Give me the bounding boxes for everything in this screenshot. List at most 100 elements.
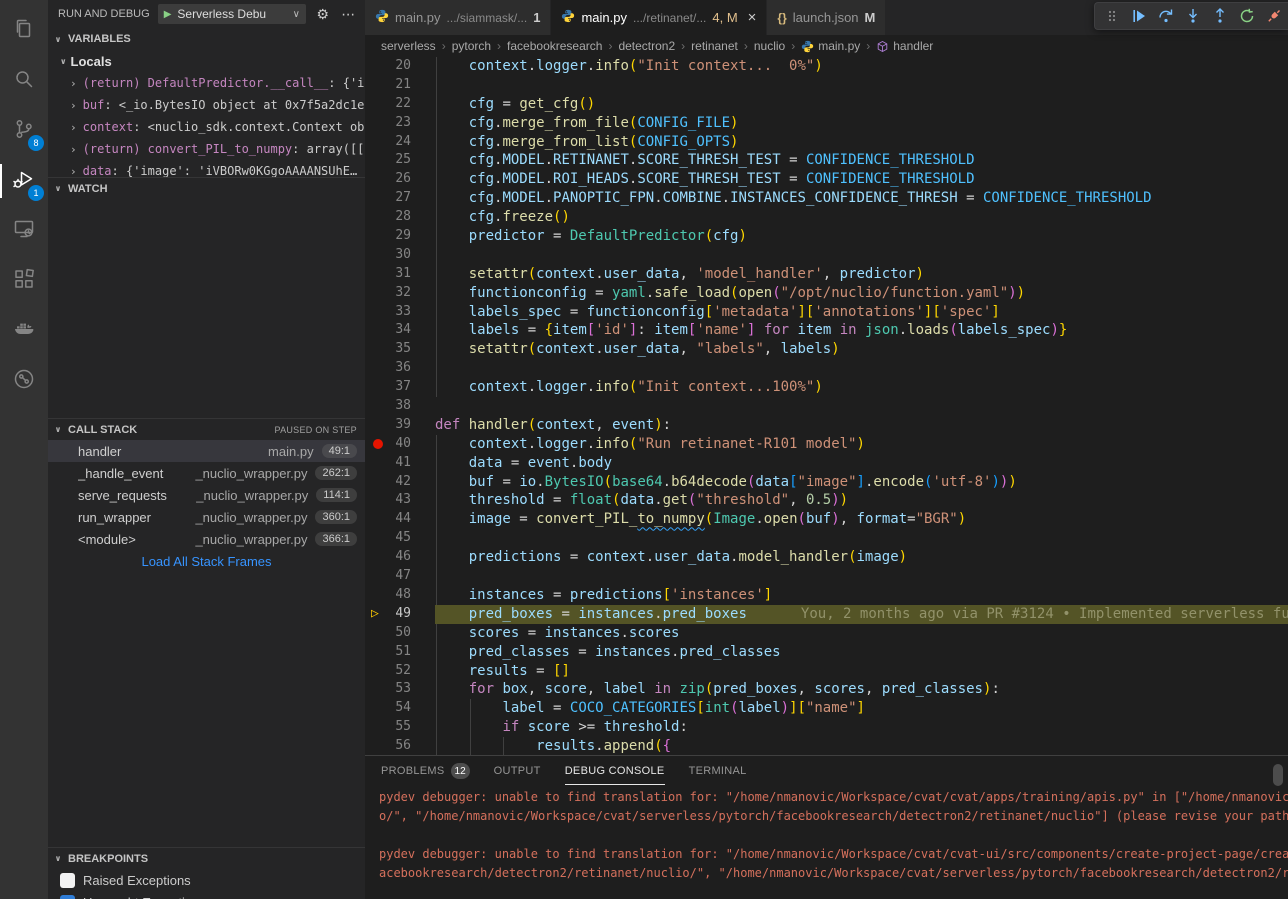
editor-gutter[interactable]: 56 [365,737,435,755]
more-actions-icon[interactable]: ⋯ [339,6,357,23]
checkbox-checked[interactable]: ✓ [60,895,75,899]
editor-gutter[interactable]: 32 [365,284,435,303]
breadcrumb-item-main-py[interactable]: main.py [801,39,860,53]
code-line-text[interactable]: setattr(context.user_data, "labels", lab… [435,340,1288,359]
breadcrumb-item-serverless[interactable]: serverless [381,39,436,53]
checkbox-unchecked[interactable] [60,873,75,888]
editor-gutter[interactable]: 30 [365,246,435,265]
code-editor[interactable]: 20 context.logger.info("Init context... … [365,57,1288,755]
editor-gutter[interactable]: 53 [365,680,435,699]
variable-row[interactable]: ›data: {'image': 'iVBORw0KGgoAAAANSUhE… [48,160,365,177]
editor-gutter[interactable]: 47 [365,567,435,586]
code-line-text[interactable]: threshold = float(data.get("threshold", … [435,491,1288,510]
code-line-text[interactable] [435,397,1288,416]
panel-tab-debug-console[interactable]: DEBUG CONSOLE [565,756,665,786]
panel-tab-terminal[interactable]: TERMINAL [689,756,747,786]
stack-frame-row[interactable]: _handle_event_nuclio_wrapper.py262:1 [48,462,365,484]
code-line-text[interactable]: pred_boxes = instances.pred_boxesYou, 2 … [435,605,1288,624]
call-stack-header[interactable]: ∨ CALL STACK PAUSED ON STEP [48,418,365,440]
editor-gutter[interactable]: 31 [365,265,435,284]
editor-gutter[interactable]: 28 [365,208,435,227]
code-line-text[interactable]: cfg.merge_from_file(CONFIG_FILE) [435,114,1288,133]
editor-gutter[interactable]: 48 [365,586,435,605]
code-line-text[interactable] [435,359,1288,378]
editor-gutter[interactable]: 46 [365,548,435,567]
code-line-text[interactable]: results = [] [435,662,1288,681]
step-into-icon[interactable] [1180,4,1205,28]
editor-gutter[interactable]: 36 [365,359,435,378]
variable-row[interactable]: ›(return) DefaultPredictor.__call__: {'i… [48,72,365,94]
stack-frame-row[interactable]: <module>_nuclio_wrapper.py366:1 [48,528,365,550]
editor-gutter[interactable]: 23 [365,114,435,133]
code-line-text[interactable]: def handler(context, event): [435,416,1288,435]
continue-icon[interactable] [1126,4,1151,28]
variable-row[interactable]: ›(return) convert_PIL_to_numpy: array([[… [48,138,365,160]
code-line-text[interactable]: cfg = get_cfg() [435,95,1288,114]
code-line-text[interactable]: setattr(context.user_data, 'model_handle… [435,265,1288,284]
close-icon[interactable]: × [748,9,757,26]
activity-source-control[interactable]: 8 [0,106,48,156]
editor-gutter[interactable]: 34 [365,321,435,340]
activity-docker[interactable] [0,306,48,356]
editor-gutter[interactable]: 33 [365,303,435,322]
breakpoints-header[interactable]: ∨ BREAKPOINTS [48,847,365,869]
panel-tab-output[interactable]: OUTPUT [494,756,541,786]
editor-gutter[interactable]: 25 [365,151,435,170]
gripper-icon[interactable] [1099,4,1124,28]
breadcrumb-item-retinanet[interactable]: retinanet [691,39,738,53]
stack-frame-row[interactable]: serve_requests_nuclio_wrapper.py114:1 [48,484,365,506]
load-all-stack-frames-link[interactable]: Load All Stack Frames [48,550,365,572]
breakpoint-row[interactable]: ✓Uncaught Exceptions [48,891,365,899]
step-over-icon[interactable] [1153,4,1178,28]
code-line-text[interactable]: cfg.MODEL.ROI_HEADS.SCORE_THRESH_TEST = … [435,170,1288,189]
editor-gutter[interactable]: 29 [365,227,435,246]
editor-gutter[interactable]: 44 [365,510,435,529]
restart-icon[interactable] [1234,4,1259,28]
breadcrumb-item-nuclio[interactable]: nuclio [754,39,785,53]
code-line-text[interactable]: context.logger.info("Init context...100%… [435,378,1288,397]
code-line-text[interactable]: buf = io.BytesIO(base64.b64decode(data["… [435,473,1288,492]
code-line-text[interactable]: context.logger.info("Init context... 0%"… [435,57,1288,76]
variable-row[interactable]: ›context: <nuclio_sdk.context.Context ob… [48,116,365,138]
breakpoint-row[interactable]: Raised Exceptions [48,869,365,891]
variables-header[interactable]: ∨ VARIABLES [48,28,365,50]
code-line-text[interactable]: labels_spec = functionconfig['metadata']… [435,303,1288,322]
editor-gutter[interactable]: 43 [365,491,435,510]
code-line-text[interactable]: predictor = DefaultPredictor(cfg) [435,227,1288,246]
code-line-text[interactable]: cfg.freeze() [435,208,1288,227]
tab-launch-json[interactable]: {}launch.jsonM [767,0,886,35]
tab-main-py[interactable]: main.py.../siammask/...1 [365,0,551,35]
editor-gutter[interactable]: 35 [365,340,435,359]
gear-icon[interactable]: ⚙ [314,6,332,23]
editor-gutter[interactable]: 37 [365,378,435,397]
code-line-text[interactable] [435,567,1288,586]
code-line-text[interactable] [435,76,1288,95]
editor-gutter[interactable]: ▷49 [365,605,435,624]
editor-gutter[interactable]: 41 [365,454,435,473]
editor-gutter[interactable]: 24 [365,133,435,152]
code-line-text[interactable]: cfg.MODEL.PANOPTIC_FPN.COMBINE.INSTANCES… [435,189,1288,208]
panel-scrollbar[interactable] [1273,764,1283,786]
editor-gutter[interactable]: 54 [365,699,435,718]
step-out-icon[interactable] [1207,4,1232,28]
activity-git-graph[interactable] [0,356,48,406]
code-line-text[interactable]: label = COCO_CATEGORIES[int(label)]["nam… [435,699,1288,718]
activity-extensions[interactable] [0,256,48,306]
code-line-text[interactable]: image = convert_PIL_to_numpy(Image.open(… [435,510,1288,529]
editor-gutter[interactable]: 21 [365,76,435,95]
code-line-text[interactable]: if score >= threshold: [435,718,1288,737]
editor-gutter[interactable]: 40 [365,435,435,454]
breakpoint-icon[interactable] [373,439,383,449]
panel-tab-problems[interactable]: PROBLEMS12 [381,756,470,786]
code-line-text[interactable]: cfg.MODEL.RETINANET.SCORE_THRESH_TEST = … [435,151,1288,170]
activity-remote-explorer[interactable] [0,206,48,256]
editor-gutter[interactable]: 42 [365,473,435,492]
code-line-text[interactable]: context.logger.info("Run retinanet-R101 … [435,435,1288,454]
editor-gutter[interactable]: 20 [365,57,435,76]
editor-gutter[interactable]: 26 [365,170,435,189]
watch-header[interactable]: ∨ WATCH [48,177,365,199]
code-line-text[interactable]: functionconfig = yaml.safe_load(open("/o… [435,284,1288,303]
code-line-text[interactable] [435,246,1288,265]
disconnect-icon[interactable] [1261,4,1286,28]
breadcrumb-item-facebookresearch[interactable]: facebookresearch [507,39,602,53]
